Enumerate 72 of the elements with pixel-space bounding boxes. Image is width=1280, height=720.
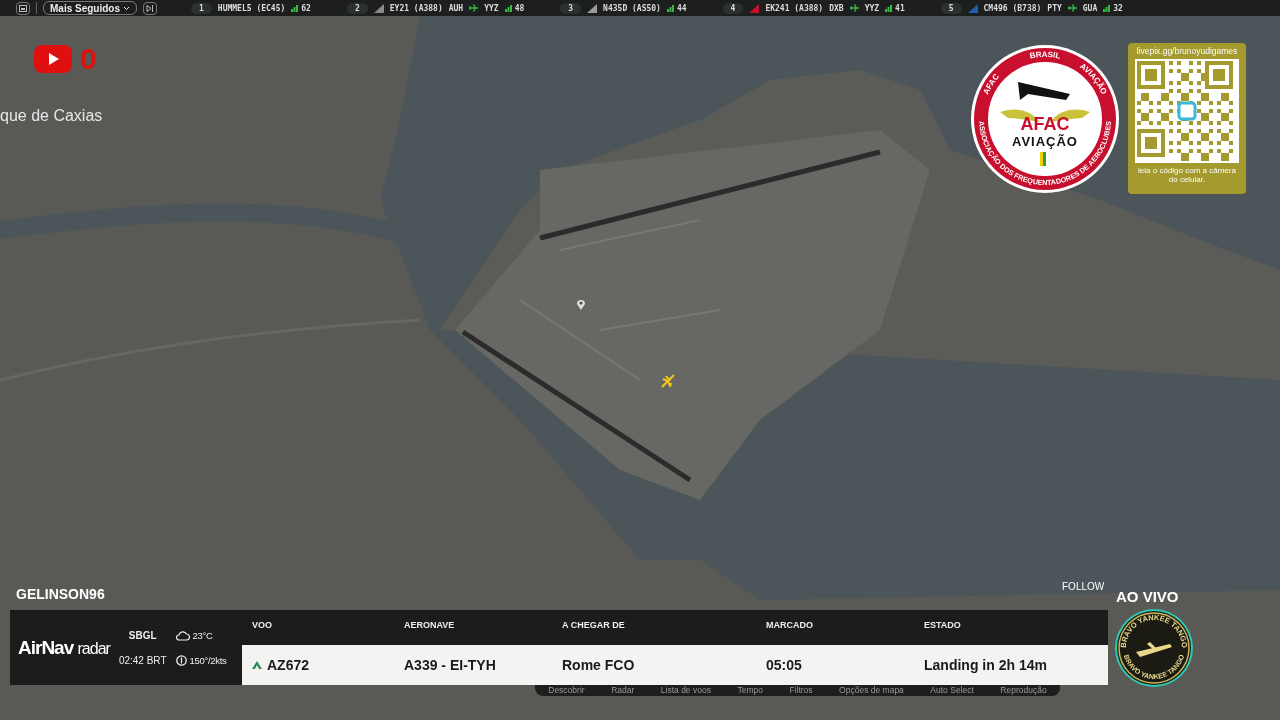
local-time: 02:42 BRT <box>118 654 167 666</box>
subscriber-count: 0 <box>80 44 97 74</box>
plane-icon <box>1067 4 1077 12</box>
rank-badge: 4 <box>722 2 744 14</box>
signal-icon <box>885 4 893 12</box>
list-dropdown[interactable]: Mais Seguidos <box>43 1 137 15</box>
brand-logo: AirNav radar <box>18 636 110 659</box>
table-cell: 05:05 <box>756 645 914 685</box>
follower-count: 48 <box>514 3 525 13</box>
signal-icon <box>1103 4 1111 12</box>
signal-icon <box>291 4 299 12</box>
signal-icon <box>666 4 674 12</box>
skip-button[interactable] <box>143 1 157 15</box>
flight-label[interactable]: N435D (AS50) <box>603 3 661 13</box>
menu-item[interactable]: Lista de voos <box>658 685 713 696</box>
origin-code: PTY <box>1047 3 1062 13</box>
destination-code: YYZ <box>484 3 499 13</box>
rank-badge: 3 <box>560 2 582 14</box>
table-cell: AZ672 <box>242 645 394 685</box>
qr-caption: leia o código com a câmera do celular. <box>1137 166 1237 185</box>
menu-item[interactable]: Opções de mapa <box>837 685 906 696</box>
menu-item[interactable]: Radar <box>609 685 637 696</box>
column-header: ESTADO <box>914 610 1108 645</box>
menu-item[interactable]: Reprodução <box>998 685 1049 696</box>
temperature: 23°C <box>192 629 213 641</box>
destination-code: GUA <box>1082 3 1098 13</box>
flight-label[interactable]: CM496 (B738) <box>983 3 1042 13</box>
donation-url: livepix.gg/brunoyudigames <box>1136 46 1238 56</box>
airport-code: SBGL <box>128 629 157 641</box>
wind-reading: 150°/2kts <box>189 654 227 666</box>
flight-label[interactable]: HUMMEL5 (EC45) <box>217 3 286 13</box>
origin-code: DXB <box>829 3 844 13</box>
follower-count: 62 <box>301 3 311 13</box>
panel-button[interactable] <box>16 1 30 15</box>
window-icon <box>19 4 27 12</box>
follower-count: 44 <box>676 3 687 13</box>
signal-icon <box>504 4 512 12</box>
follower-count: 41 <box>895 3 905 13</box>
username-label: GELINSON96 <box>16 586 105 602</box>
plane-icon <box>469 4 479 12</box>
chevron-icon <box>123 5 130 11</box>
live-label: AO VIVO <box>1116 588 1179 605</box>
skip-icon <box>146 4 154 12</box>
plane-icon <box>849 4 859 12</box>
rank-badge: 2 <box>346 2 368 14</box>
menu-item[interactable]: Descobrir <box>546 685 587 696</box>
menu-item[interactable]: Filtros <box>787 685 815 696</box>
rank-badge: 1 <box>191 2 212 14</box>
qr-code-icon <box>1135 59 1239 163</box>
cloud-icon <box>175 629 190 641</box>
table-cell: Landing in 2h 14m <box>914 645 1108 685</box>
place-label: que de Caxias <box>0 107 103 125</box>
youtube-icon <box>34 45 72 73</box>
follower-count: 32 <box>1113 3 1123 13</box>
menu-item[interactable]: Tempo <box>735 685 765 696</box>
airline-logo-icon <box>252 661 262 669</box>
map-pin-icon <box>576 298 586 310</box>
table-cell: A339 - EI-TYH <box>394 645 552 685</box>
origin-code: AUH <box>448 3 464 13</box>
menu-item[interactable]: Auto Select <box>928 685 976 696</box>
table-cell: Rome FCO <box>552 645 756 685</box>
column-header: MARCADO <box>756 610 914 645</box>
column-header: VOO <box>242 610 394 645</box>
column-header: AERONAVE <box>394 610 552 645</box>
airplane-icon <box>660 373 676 389</box>
rank-badge: 5 <box>940 2 962 14</box>
wind-icon <box>175 654 187 666</box>
follow-label: FOLLOW <box>1062 581 1105 592</box>
column-header: A CHEGAR DE <box>552 610 756 645</box>
flight-label[interactable]: EK241 (A388) <box>765 3 824 13</box>
destination-code: YYZ <box>864 3 880 13</box>
flight-label[interactable]: EY21 (A388) <box>389 3 443 13</box>
